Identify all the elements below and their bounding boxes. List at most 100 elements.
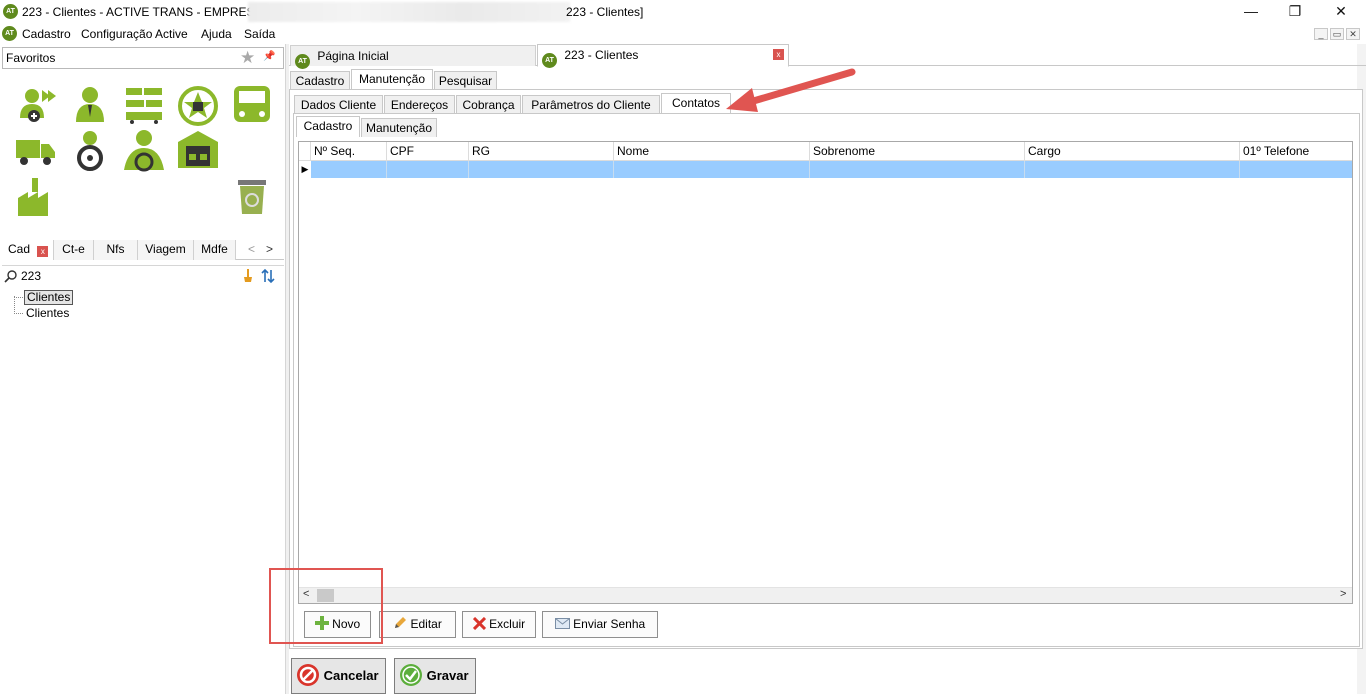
grid-cell[interactable] — [469, 161, 614, 178]
subtab-manutencao[interactable]: Manutenção — [361, 118, 437, 137]
excluir-button[interactable]: Excluir — [462, 611, 536, 638]
mdi-minimize-button[interactable]: _ — [1314, 28, 1328, 40]
tab-cadastro[interactable]: Cadastro — [290, 71, 350, 90]
cancelar-button[interactable]: Cancelar — [291, 658, 386, 694]
row-header-corner — [299, 142, 311, 161]
tab-cad[interactable]: Cad x — [2, 240, 54, 260]
highlight-box-annotation — [269, 568, 383, 644]
contacts-grid[interactable] — [298, 141, 1353, 604]
column-header-cpf[interactable]: CPF — [387, 142, 469, 161]
cancelar-button-label: Cancelar — [323, 668, 379, 683]
tree-item-clientes-selected[interactable]: Clientes — [24, 290, 74, 305]
menu-cadastro[interactable]: Cadastro — [22, 27, 71, 41]
pin-icon[interactable]: 📌 — [263, 51, 275, 62]
check-icon — [400, 664, 422, 686]
home-tab-icon: AT — [295, 54, 310, 69]
grid-cell[interactable] — [387, 161, 469, 178]
envelope-icon — [554, 618, 570, 629]
column-header-sobrenome[interactable]: Sobrenome — [810, 142, 1025, 161]
app-logo-small-icon: AT — [2, 26, 17, 41]
clientes-tab-icon: AT — [542, 53, 557, 68]
tab-cte[interactable]: Ct-e — [54, 240, 94, 260]
window-title: 223 - Clientes - ACTIVE TRANS - EMPRESA: — [22, 5, 266, 19]
grid-cell[interactable] — [810, 161, 1025, 178]
tabs-scroll-right-icon[interactable]: > — [266, 242, 273, 256]
sort-icon[interactable] — [261, 268, 275, 287]
delivery-truck-icon[interactable] — [14, 128, 58, 172]
pencil-icon — [395, 617, 407, 628]
tree-line — [14, 297, 23, 298]
column-header-cargo[interactable]: Cargo — [1025, 142, 1240, 161]
column-header-telefone[interactable]: 01º Telefone — [1240, 142, 1352, 161]
mdi-close-button[interactable]: ✕ — [1346, 28, 1360, 40]
tree-line — [14, 313, 23, 314]
subtab-cadastro[interactable]: Cadastro — [296, 116, 360, 137]
tab-cobranca[interactable]: Cobrança — [456, 95, 521, 114]
grid-cell[interactable] — [614, 161, 810, 178]
enviar-senha-button[interactable]: Enviar Senha — [542, 611, 658, 638]
search-icon — [4, 269, 18, 286]
tree-item-clientes[interactable]: Clientes — [26, 306, 69, 320]
tab-pagina-inicial-label: Página Inicial — [317, 49, 389, 63]
tab-nfs[interactable]: Nfs — [94, 240, 138, 260]
column-header-seq[interactable]: Nº Seq. — [311, 142, 387, 161]
favorites-label: Favoritos — [6, 51, 56, 65]
tree-line — [14, 296, 15, 314]
redacted-region — [248, 2, 570, 22]
tab-cad-label: Cad — [8, 242, 31, 256]
close-tab-icon[interactable]: x — [37, 246, 49, 257]
tab-223-clientes-label: 223 - Clientes — [564, 48, 639, 62]
column-header-rg[interactable]: RG — [469, 142, 614, 161]
person-icon[interactable] — [68, 84, 112, 128]
restore-button[interactable]: ❐ — [1272, 2, 1318, 22]
tab-manutencao[interactable]: Manutenção — [351, 69, 433, 90]
grid-horizontal-scrollbar[interactable] — [299, 587, 1352, 603]
recycle-bin-icon[interactable] — [230, 176, 274, 220]
red-arrow-annotation — [726, 68, 856, 112]
add-user-icon[interactable] — [14, 84, 58, 128]
editar-button[interactable]: Editar — [379, 611, 456, 638]
minimize-button[interactable]: — — [1228, 2, 1274, 22]
tab-223-clientes[interactable]: AT 223 - Clientes — [537, 44, 789, 68]
tab-dados-cliente[interactable]: Dados Cliente — [294, 95, 383, 114]
app-logo-icon: AT — [3, 4, 18, 19]
tab-pesquisar[interactable]: Pesquisar — [434, 71, 497, 90]
window-title-suffix: 223 - Clientes] — [566, 5, 644, 19]
menu-configuracao-active[interactable]: Configuração Active — [81, 27, 188, 41]
grid-cell[interactable] — [1240, 161, 1352, 178]
tab-pagina-inicial[interactable]: AT Página Inicial — [290, 45, 536, 69]
close-document-tab-icon[interactable]: x — [773, 49, 784, 60]
column-header-nome[interactable]: Nome — [614, 142, 810, 161]
tab-mdfe[interactable]: Mdfe — [194, 240, 236, 260]
factory-icon[interactable] — [14, 176, 58, 220]
enviar-senha-button-label: Enviar Senha — [573, 617, 646, 631]
warehouse-icon[interactable] — [176, 128, 220, 172]
excluir-button-label: Excluir — [489, 617, 526, 631]
mdi-restore-button[interactable]: ▭ — [1330, 28, 1344, 40]
grid-cell[interactable] — [311, 161, 387, 178]
gravar-button-label: Gravar — [426, 668, 469, 683]
tab-parametros-do-cliente[interactable]: Parâmetros do Cliente — [522, 95, 660, 114]
menu-saida[interactable]: Saída — [244, 27, 275, 41]
truck-fleet-icon[interactable] — [122, 84, 166, 128]
driver-icon[interactable] — [68, 128, 112, 172]
grid-cell[interactable] — [1025, 161, 1240, 178]
editar-button-label: Editar — [410, 617, 442, 631]
driver-car-icon[interactable] — [122, 128, 166, 172]
menu-ajuda[interactable]: Ajuda — [201, 27, 232, 41]
scroll-right-icon[interactable]: > — [1340, 588, 1346, 600]
close-button[interactable]: ✕ — [1318, 2, 1364, 22]
steering-wheel-icon[interactable] — [176, 84, 220, 128]
star-icon[interactable]: ★ — [240, 49, 255, 66]
row-indicator-icon: ▶ — [301, 164, 309, 174]
bus-icon[interactable] — [230, 84, 274, 128]
cancel-icon — [297, 664, 319, 686]
clear-filter-icon[interactable] — [242, 268, 254, 287]
delete-x-icon — [472, 616, 486, 631]
search-input[interactable]: 223 — [21, 269, 41, 283]
tab-viagem[interactable]: Viagem — [138, 240, 194, 260]
gravar-button[interactable]: Gravar — [394, 658, 476, 694]
favorites-icon-grid — [2, 72, 280, 238]
tabs-scroll-left-icon[interactable]: < — [248, 242, 255, 256]
tab-enderecos[interactable]: Endereços — [384, 95, 455, 114]
